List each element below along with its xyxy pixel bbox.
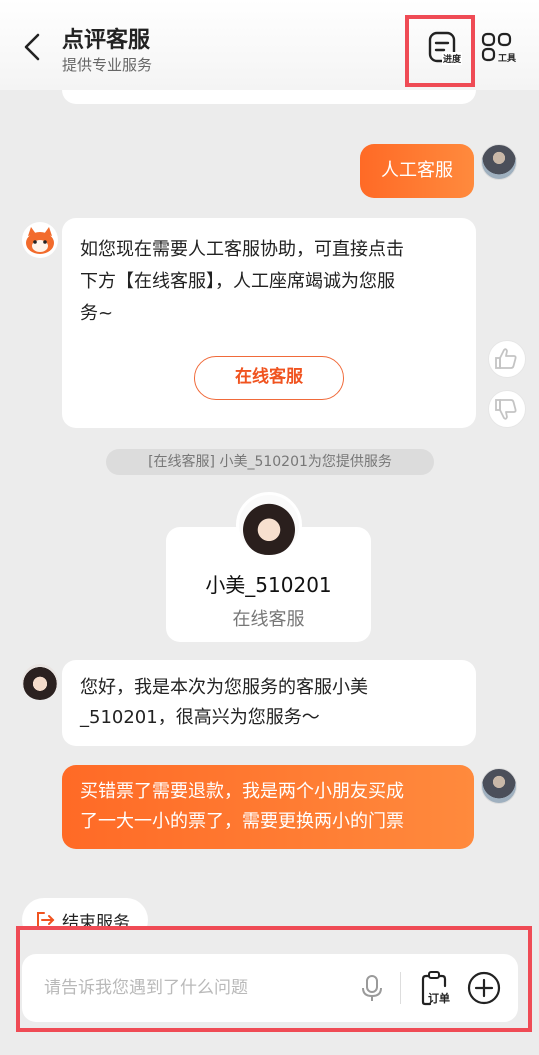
chevron-left-icon[interactable] [18,30,48,64]
user-issue-line2: 了一大一小的票了，需要更换两小的门票 [80,811,404,832]
page-subtitle: 提供专业服务 [62,56,153,74]
thumbs-down-icon [495,399,517,420]
user-issue-bubble: 买错票了需要退款，我是两个小朋友买成 了一大一小的票了，需要更换两小的门票 [62,765,474,849]
bot-message-line3: 务~ [80,303,114,324]
bot-message-line2: 下方【在线客服】，人工座席竭诚为您服 [80,271,395,292]
progress-highlight [405,15,475,87]
bot-message-line1: 如您现在需要人工客服协助，可直接点击 [80,239,404,260]
page-title: 点评客服 [62,28,151,53]
tools-label: 工具 [498,54,517,64]
online-service-button[interactable]: 在线客服 [194,356,344,400]
red-panda-mascot-icon [26,227,54,254]
tools-icon [481,32,512,62]
agent-name: 小美_510201 [205,573,332,597]
user-avatar [481,768,517,804]
agent-card-avatar [236,492,302,558]
agent-message-line2: _510201，很高兴为您服务～ [80,707,320,728]
thumbs-up-icon [495,348,517,369]
agent-message-bubble: 您好，我是本次为您服务的客服小美 _510201，很高兴为您服务～ [62,660,476,746]
tools-button[interactable]: 工具 [478,28,522,72]
input-highlight [16,926,532,1032]
thumbs-up-button[interactable] [488,340,526,378]
thumbs-down-button[interactable] [488,390,526,428]
agent-message-line1: 您好，我是本次为您服务的客服小美 [80,677,368,698]
bot-avatar [22,222,58,258]
agent-role: 在线客服 [232,609,305,630]
system-notice: [在线客服] 小美_510201为您提供服务 [106,449,434,475]
user-message-bubble: 人工客服 [360,144,474,198]
user-avatar [481,144,517,180]
agent-avatar [22,664,58,700]
user-issue-line1: 买错票了需要退款，我是两个小朋友买成 [80,781,404,802]
